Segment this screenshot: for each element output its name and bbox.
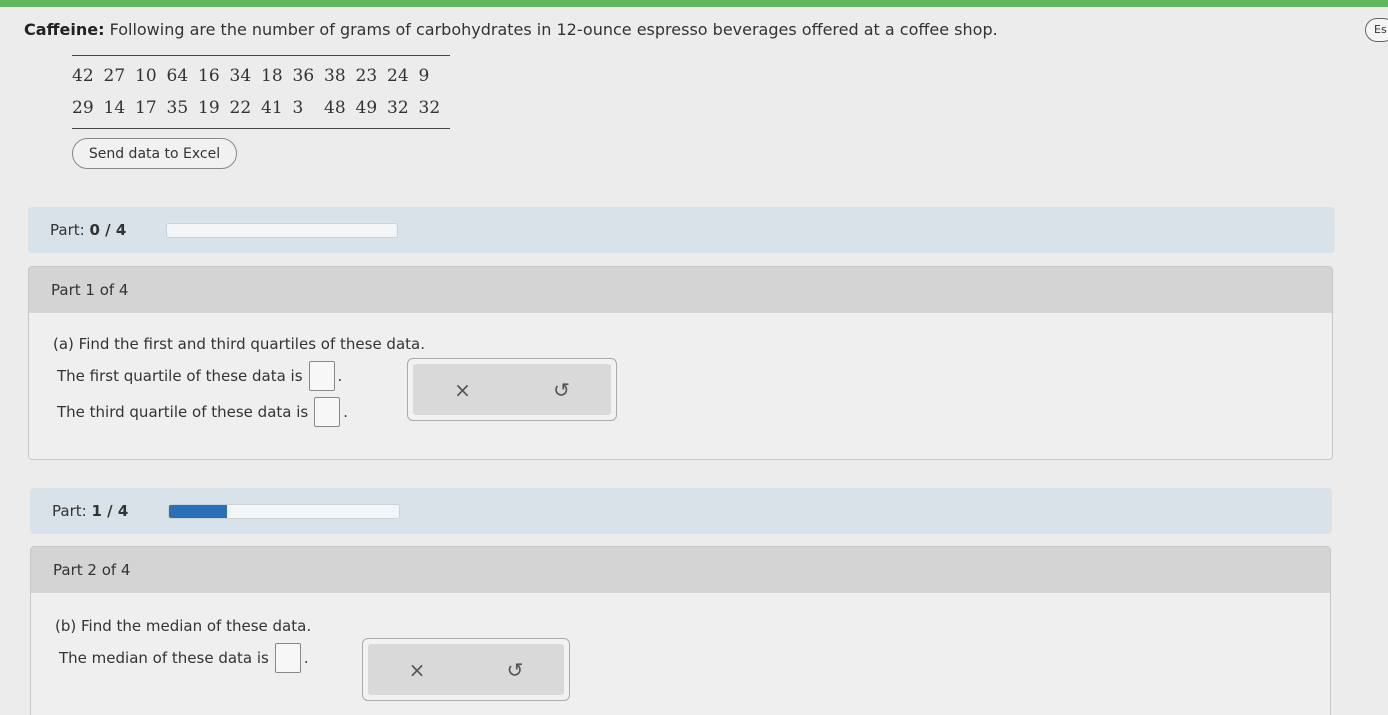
data-value: 17 (135, 98, 157, 118)
undo-icon[interactable]: ↺ (495, 658, 535, 682)
data-value: 49 (355, 98, 378, 118)
answer-tools: × ↺ (362, 638, 570, 701)
part-2-question: (b) Find the median of these data. (55, 617, 312, 635)
data-value: 22 (229, 98, 252, 118)
data-value: 3 (292, 98, 304, 118)
median-line: The median of these data is . (59, 643, 309, 673)
data-value: 14 (103, 98, 126, 118)
problem-statement: Caffeine: Following are the number of gr… (24, 20, 998, 39)
first-quartile-line: The first quartile of these data is . (57, 361, 342, 391)
problem-text: Following are the number of grams of car… (109, 20, 998, 39)
progress-fill (169, 504, 227, 518)
third-quartile-label: The third quartile of these data is (57, 403, 309, 421)
third-quartile-input[interactable] (314, 397, 341, 427)
data-value: 29 (72, 98, 94, 118)
part-1-question: (a) Find the first and third quartiles o… (53, 335, 425, 353)
data-value: 24 (387, 66, 409, 86)
clear-icon[interactable]: × (443, 378, 483, 402)
data-value: 9 (418, 66, 430, 86)
data-value: 18 (261, 66, 283, 86)
data-value: 41 (261, 98, 283, 118)
part-progress-value: 1 / 4 (91, 502, 129, 520)
side-tab-button[interactable]: Es (1365, 18, 1388, 42)
data-row: 42 27 10 64 16 34 18 36 38 23 24 9 (72, 60, 450, 92)
part-progress-label: Part: (52, 502, 87, 520)
clear-icon[interactable]: × (397, 658, 437, 682)
top-accent-bar (0, 0, 1388, 7)
data-value: 34 (229, 66, 252, 86)
part-progress-bar: Part: 0 / 4 (28, 207, 1335, 253)
part-1-panel: Part 1 of 4 (a) Find the first and third… (28, 266, 1333, 460)
answer-tools: × ↺ (407, 358, 617, 421)
data-value: 32 (387, 98, 409, 118)
send-to-excel-button[interactable]: Send data to Excel (72, 138, 237, 169)
data-table: 42 27 10 64 16 34 18 36 38 23 24 9 29 14 17 35 19 22 41 3 4… (72, 55, 450, 129)
median-label: The median of these data is (59, 649, 269, 667)
data-value: 32 (418, 98, 441, 118)
first-quartile-input[interactable] (308, 361, 335, 391)
data-value: 23 (355, 66, 378, 86)
data-value: 42 (72, 66, 94, 86)
undo-icon[interactable]: ↺ (542, 378, 582, 402)
data-value: 64 (166, 66, 189, 86)
data-value: 10 (135, 66, 157, 86)
third-quartile-line: The third quartile of these data is . (57, 397, 348, 427)
data-value: 38 (324, 66, 346, 86)
problem-label: Caffeine: (24, 20, 105, 39)
data-value: 36 (292, 66, 315, 86)
part-2-heading: Part 2 of 4 (31, 547, 1330, 593)
data-value: 19 (198, 98, 220, 118)
data-row: 29 14 17 35 19 22 41 3 48 49 32 32 (72, 92, 450, 124)
data-value: 35 (166, 98, 189, 118)
data-value: 27 (103, 66, 126, 86)
part-2-panel: Part 2 of 4 (b) Find the median of these… (30, 546, 1331, 715)
data-value: 48 (324, 98, 346, 118)
first-quartile-label: The first quartile of these data is (57, 367, 303, 385)
part-progress-value: 0 / 4 (89, 221, 127, 239)
median-input[interactable] (274, 643, 301, 673)
progress-track (168, 503, 400, 519)
part-progress-label: Part: (50, 221, 85, 239)
part-progress-bar: Part: 1 / 4 (30, 488, 1332, 534)
progress-track (166, 222, 398, 238)
data-value: 16 (198, 66, 220, 86)
part-1-heading: Part 1 of 4 (29, 267, 1332, 313)
